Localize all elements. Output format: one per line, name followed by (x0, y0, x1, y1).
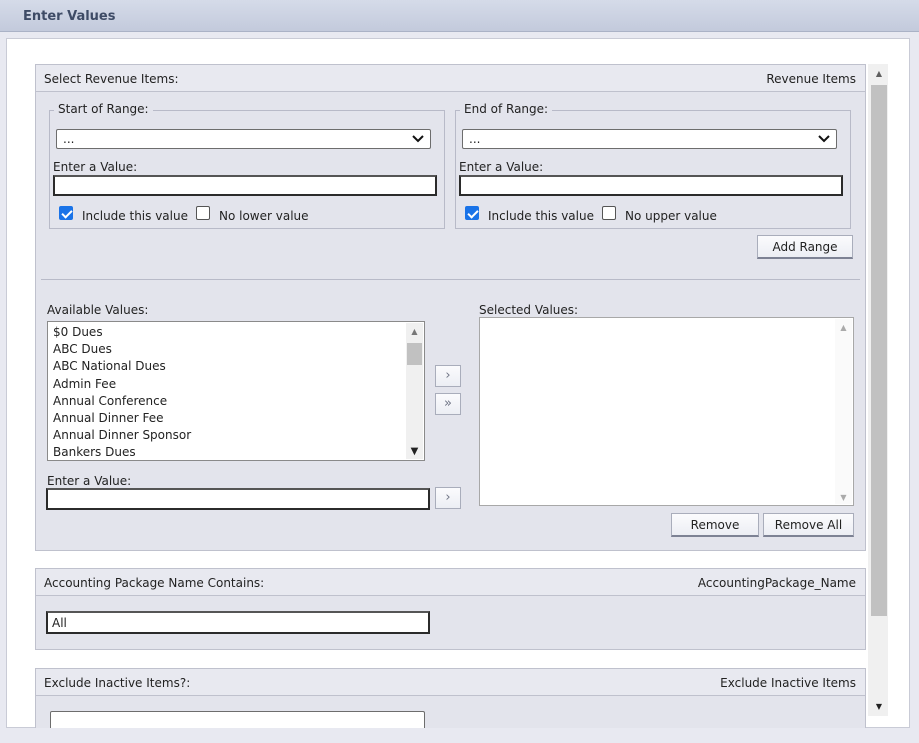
scroll-up-arrow-icon[interactable]: ▲ (871, 67, 887, 81)
scrollbar-thumb[interactable] (871, 85, 887, 616)
move-selected-button[interactable]: › (435, 365, 461, 387)
chevron-down-icon (412, 131, 424, 150)
no-lower-value-checkbox[interactable] (196, 206, 210, 220)
scrollbar-thumb[interactable] (407, 343, 422, 365)
end-range-select[interactable]: ... (462, 129, 837, 149)
accounting-panel-header: Accounting Package Name Contains: Accoun… (36, 569, 865, 596)
revenue-param-name: Revenue Items (766, 72, 856, 86)
no-upper-value-checkbox[interactable] (602, 206, 616, 220)
exclude-inactive-header-label: Exclude Inactive Items?: (44, 676, 191, 690)
start-include-checkbox[interactable] (59, 206, 73, 220)
start-range-legend: Start of Range: (54, 102, 153, 116)
available-list-scrollbar[interactable]: ▲ ▼ (406, 323, 423, 459)
end-include-checkbox[interactable] (465, 206, 479, 220)
remove-button[interactable]: Remove (671, 513, 759, 537)
start-value-label: Enter a Value: (53, 160, 138, 174)
scroll-up-arrow-icon[interactable]: ▲ (835, 323, 852, 332)
available-values-items: $0 Dues ABC Dues ABC National Dues Admin… (53, 324, 191, 462)
enter-value-input[interactable] (46, 488, 430, 510)
revenue-panel-header: Select Revenue Items: Revenue Items (36, 65, 865, 92)
list-item[interactable]: Annual Dinner Sponsor (53, 427, 191, 444)
section-divider (41, 279, 860, 280)
end-value-label: Enter a Value: (459, 160, 544, 174)
available-values-list[interactable]: $0 Dues ABC Dues ABC National Dues Admin… (47, 321, 425, 461)
scroll-up-arrow-icon[interactable]: ▲ (406, 327, 423, 336)
no-upper-value-label: No upper value (625, 209, 717, 223)
selected-list-scrollbar[interactable]: ▲ ▼ (835, 319, 852, 504)
list-item[interactable]: ABC National Dues (53, 358, 191, 375)
window-titlebar: Enter Values (0, 0, 919, 32)
list-item[interactable]: Admin Fee (53, 376, 191, 393)
main-scrollbar[interactable]: ▲ ▼ (868, 64, 888, 716)
end-value-input[interactable] (459, 175, 843, 196)
remove-all-button[interactable]: Remove All (763, 513, 854, 537)
exclude-inactive-select[interactable] (50, 711, 425, 728)
end-range-select-value: ... (469, 132, 481, 146)
list-item[interactable]: $0 Dues (53, 324, 191, 341)
accounting-header-label: Accounting Package Name Contains: (44, 576, 265, 590)
selected-values-label: Selected Values: (479, 303, 579, 317)
scroll-down-arrow-icon[interactable]: ▼ (871, 700, 887, 714)
accounting-package-input[interactable] (46, 611, 430, 634)
available-values-label: Available Values: (47, 303, 149, 317)
list-item[interactable]: ABC Dues (53, 341, 191, 358)
add-entered-value-button[interactable]: › (435, 487, 461, 509)
start-value-input[interactable] (53, 175, 437, 196)
enter-value-label: Enter a Value: (47, 474, 132, 488)
start-range-select-value: ... (63, 132, 75, 146)
end-range-legend: End of Range: (460, 102, 553, 116)
start-range-select[interactable]: ... (56, 129, 431, 149)
accounting-param-name: AccountingPackage_Name (697, 576, 856, 590)
list-item[interactable]: Annual Dinner Fee (53, 410, 191, 427)
chevron-down-icon (818, 131, 830, 150)
list-item[interactable]: Annual Conference (53, 393, 191, 410)
scroll-down-arrow-icon[interactable]: ▼ (406, 446, 423, 457)
accounting-package-panel: Accounting Package Name Contains: Accoun… (35, 568, 866, 650)
start-include-label: Include this value (82, 209, 188, 223)
list-item[interactable]: Bankers Dues (53, 444, 191, 461)
scroll-down-arrow-icon[interactable]: ▼ (835, 493, 852, 502)
add-range-button[interactable]: Add Range (757, 235, 853, 259)
no-lower-value-label: No lower value (219, 209, 309, 223)
window-title: Enter Values (23, 9, 116, 24)
exclude-inactive-header: Exclude Inactive Items?: Exclude Inactiv… (36, 669, 865, 696)
revenue-header-label: Select Revenue Items: (44, 72, 179, 86)
end-include-label: Include this value (488, 209, 594, 223)
exclude-inactive-param-name: Exclude Inactive Items (720, 676, 856, 690)
selected-values-list[interactable]: ▲ ▼ (479, 317, 854, 506)
move-all-button[interactable]: » (435, 393, 461, 415)
